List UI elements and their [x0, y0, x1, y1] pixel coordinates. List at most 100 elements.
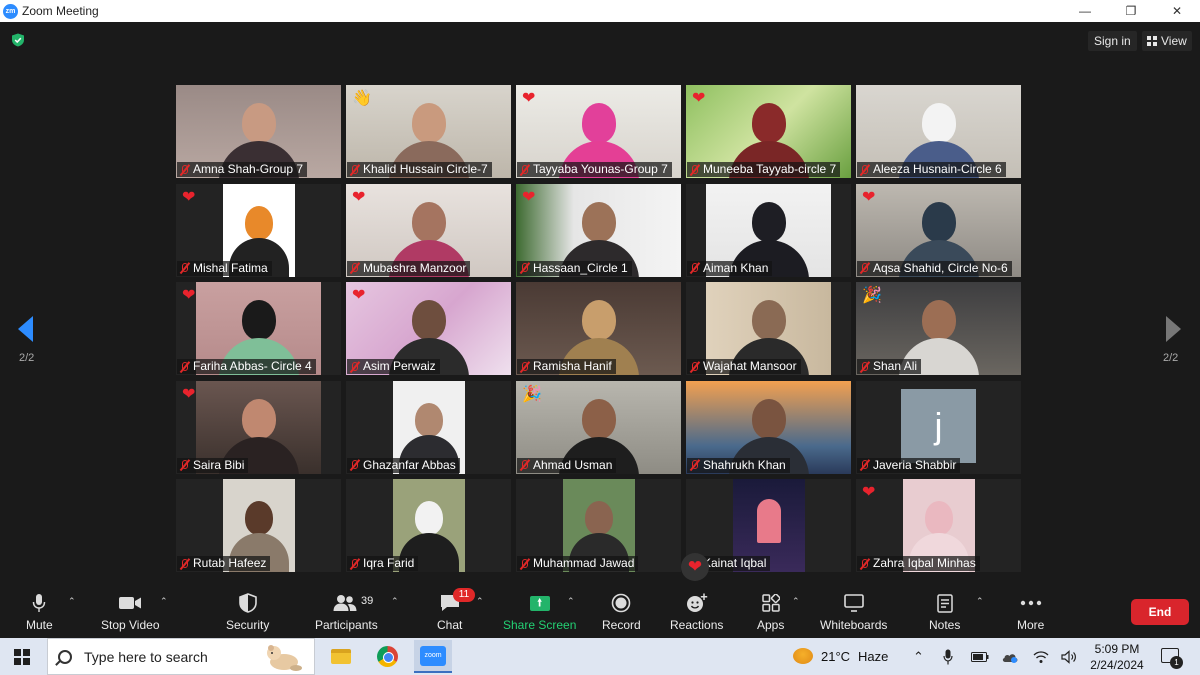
participant-tile[interactable]: 🎉 Ahmad Usman	[516, 380, 681, 474]
close-button[interactable]: ✕	[1154, 0, 1200, 22]
participant-name-label: Mubashra Manzoor	[347, 260, 471, 276]
reaction-icon: 🎉	[862, 287, 882, 304]
participant-tile[interactable]: ❤ Aqsa Shahid, Circle No-6	[856, 183, 1021, 277]
notification-count-badge: 1	[1170, 656, 1183, 669]
participant-tile[interactable]: ❤ Saira Bibi	[176, 380, 341, 474]
share-screen-button[interactable]: 🠙 Share Screen	[503, 592, 576, 632]
mute-button[interactable]: Mute	[26, 592, 53, 632]
minimize-button[interactable]: —	[1062, 0, 1108, 22]
floating-heart-reaction-icon: ❤	[681, 553, 709, 581]
mic-muted-icon	[349, 361, 360, 373]
participant-tile[interactable]: 👋 Khalid Hussain Circle-7	[346, 85, 511, 178]
reaction-icon: ❤	[352, 287, 366, 304]
page-indicator-left: 2/2	[19, 352, 35, 364]
mic-muted-icon	[859, 459, 870, 471]
participant-name-label: Shahrukh Khan	[687, 457, 790, 473]
microphone-tray-icon[interactable]	[943, 638, 953, 675]
restore-button[interactable]: ❐	[1108, 0, 1154, 22]
participant-tile[interactable]: Kainat Iqbal	[686, 479, 851, 572]
participant-tile[interactable]: Iqra Farid	[346, 479, 511, 572]
mute-options-caret-icon[interactable]: ⌃	[68, 596, 76, 607]
chat-unread-badge: 11	[453, 588, 475, 602]
participant-name-label: Amna Shah-Group 7	[177, 162, 308, 177]
weather-condition: Haze	[858, 648, 889, 664]
participant-tile[interactable]: ❤ Muneeba Tayyab-circle 7	[686, 85, 851, 178]
end-meeting-button[interactable]: End	[1131, 599, 1189, 625]
weather-widget[interactable]: 21°C Haze	[793, 648, 888, 664]
participant-tile[interactable]: ❤ Mishal Fatima	[176, 183, 341, 277]
participant-tile[interactable]: Amna Shah-Group 7	[176, 85, 341, 178]
show-hidden-icons-chevron-icon[interactable]: ⌃	[913, 638, 924, 675]
taskbar-search-input[interactable]: Type here to search	[47, 638, 315, 675]
participant-name-label: Iqra Farid	[347, 556, 419, 571]
wifi-icon[interactable]	[1033, 638, 1049, 675]
apps-button[interactable]: Apps	[757, 592, 784, 632]
participant-name-label: Fariha Abbas- Circle 4	[177, 359, 316, 374]
battery-icon[interactable]	[971, 638, 989, 675]
onedrive-cloud-icon[interactable]	[1001, 638, 1019, 675]
system-clock[interactable]: 5:09 PM 2/24/2024	[1090, 641, 1144, 673]
participant-tile[interactable]: Muhammad Jawad	[516, 479, 681, 572]
participant-tile[interactable]: Rutab Hafeez	[176, 479, 341, 572]
mic-muted-icon	[519, 361, 530, 373]
record-icon	[611, 592, 631, 614]
notes-button[interactable]: Notes	[929, 592, 960, 632]
record-button[interactable]: Record	[602, 592, 641, 632]
participant-name-label: Hassaan_Circle 1	[517, 260, 632, 276]
stop-video-button[interactable]: Stop Video	[101, 592, 160, 632]
video-camera-icon	[118, 592, 142, 614]
whiteboards-button[interactable]: Whiteboards	[820, 592, 887, 632]
windows-start-icon[interactable]	[14, 649, 30, 665]
notes-options-caret-icon[interactable]: ⌃	[976, 596, 984, 607]
sign-in-button[interactable]: Sign in	[1088, 31, 1137, 51]
zoom-taskbar-icon[interactable]: zoom	[414, 640, 452, 673]
mic-muted-icon	[689, 459, 700, 471]
participant-tile[interactable]: Wajahat Mansoor	[686, 282, 851, 375]
mic-muted-icon	[519, 164, 530, 176]
file-explorer-icon[interactable]	[322, 640, 360, 673]
chat-options-caret-icon[interactable]: ⌃	[476, 596, 484, 607]
participant-tile[interactable]: ❤ Hassaan_Circle 1	[516, 183, 681, 277]
participant-tile[interactable]: ❤ Asim Perwaiz	[346, 282, 511, 375]
chrome-icon[interactable]	[368, 640, 406, 673]
participant-name-label: Shan Ali	[857, 359, 922, 374]
microphone-icon	[32, 592, 46, 614]
participant-tile[interactable]: ❤ Mubashra Manzoor	[346, 183, 511, 277]
share-options-caret-icon[interactable]: ⌃	[567, 596, 575, 607]
participant-tile[interactable]: Shahrukh Khan	[686, 380, 851, 474]
reaction-icon: ❤	[522, 188, 536, 206]
security-button[interactable]: Security	[226, 592, 269, 632]
reaction-icon: ❤	[862, 188, 876, 206]
mic-muted-icon	[179, 558, 190, 570]
speaker-volume-icon[interactable]	[1061, 638, 1077, 675]
participant-tile[interactable]: j Javeria Shabbir	[856, 380, 1021, 474]
video-options-caret-icon[interactable]: ⌃	[160, 596, 168, 607]
reactions-button[interactable]: Reactions	[670, 592, 723, 632]
participant-tile[interactable]: Ghazanfar Abbas	[346, 380, 511, 474]
reaction-icon: 🎉	[522, 385, 542, 403]
clock-time: 5:09 PM	[1094, 642, 1140, 656]
view-button[interactable]: View	[1142, 31, 1192, 51]
participant-tile[interactable]: ❤ Fariha Abbas- Circle 4	[176, 282, 341, 375]
previous-page-arrow-icon[interactable]	[18, 316, 33, 342]
mic-muted-icon	[859, 262, 870, 274]
share-screen-arrow-icon: 🠙	[529, 595, 550, 611]
participant-tile[interactable]: Ramisha Hanif	[516, 282, 681, 375]
participant-tile[interactable]: 🎉 Shan Ali	[856, 282, 1021, 375]
participant-tile[interactable]: ❤ Tayyaba Younas-Group 7	[516, 85, 681, 178]
participants-options-caret-icon[interactable]: ⌃	[391, 596, 399, 607]
apps-options-caret-icon[interactable]: ⌃	[792, 596, 800, 607]
next-page-arrow-icon[interactable]	[1166, 316, 1181, 342]
apps-grid-icon	[761, 592, 780, 614]
participant-tile[interactable]: Aiman Khan	[686, 183, 851, 277]
participant-tile[interactable]: Aleeza Husnain-Circle 6	[856, 85, 1021, 178]
encryption-shield-icon[interactable]	[11, 33, 25, 47]
window-controls: — ❐ ✕	[1062, 0, 1200, 22]
reaction-icon: ❤	[522, 90, 536, 107]
participant-name-label: Javeria Shabbir	[857, 457, 961, 473]
search-highlight-illustration-icon	[267, 645, 302, 671]
title-bar: zm Zoom Meeting — ❐ ✕	[0, 0, 1200, 22]
more-button[interactable]: More	[1017, 592, 1044, 632]
meeting-toolbar: Mute ⌃ Stop Video ⌃ Security Participant…	[0, 586, 1200, 638]
participant-tile[interactable]: ❤ Zahra Iqbal Minhas	[856, 479, 1021, 572]
